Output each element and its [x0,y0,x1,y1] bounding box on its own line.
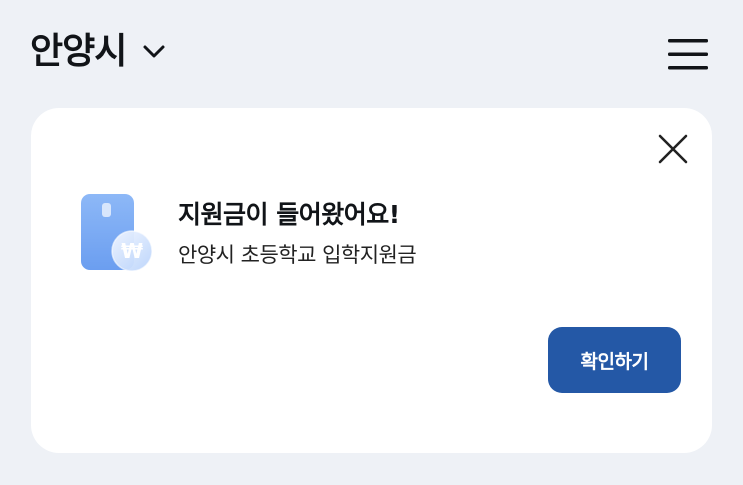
notice-subtitle: 안양시 초등학교 입학지원금 [178,243,417,267]
wallet-card-won-icon: ₩ [81,193,153,273]
app-header: 안양시 [0,0,743,100]
close-button[interactable] [656,132,690,166]
city-selector[interactable]: 안양시 [30,28,168,76]
confirm-button[interactable]: 확인하기 [548,327,681,393]
menu-button[interactable] [666,36,710,72]
notification-card: ₩ 지원금이 들어왔어요! 안양시 초등학교 입학지원금 확인하기 [31,108,712,453]
close-icon [658,134,688,164]
chevron-down-icon [143,45,165,58]
hamburger-menu-icon [668,39,708,70]
notice-title: 지원금이 들어왔어요! [178,200,400,229]
city-name: 안양시 [30,31,127,72]
currency-symbol: ₩ [121,239,143,263]
